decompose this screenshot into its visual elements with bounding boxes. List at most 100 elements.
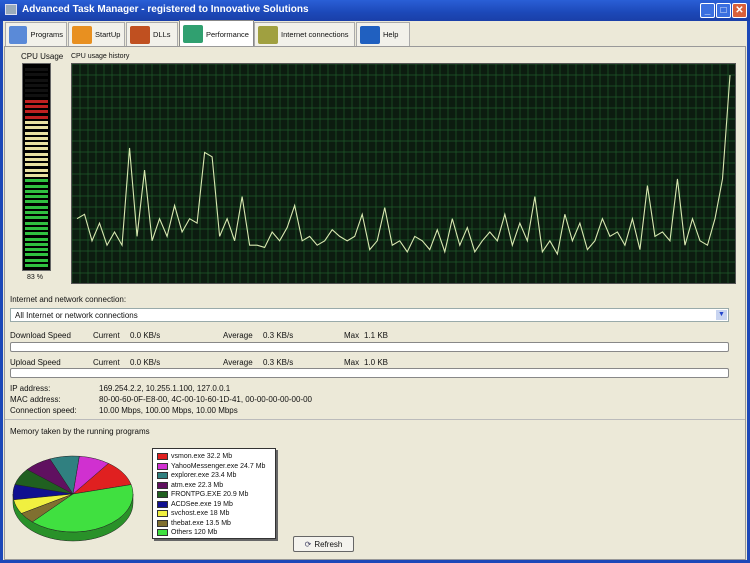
ip-value: 169.254.2.2, 10.255.1.100, 127.0.0.1 — [99, 384, 231, 393]
cpu-usage-meter — [22, 63, 51, 271]
upload-progress-bar — [10, 368, 729, 378]
maximize-button[interactable]: □ — [716, 3, 731, 18]
legend-item: YahooMessenger.exe 24.7 Mb — [157, 462, 271, 472]
upload-max-value: 1.0 KB — [364, 358, 389, 367]
cpu-meter-segment — [25, 226, 48, 230]
upload-speed-label: Upload Speed — [10, 358, 61, 367]
cpu-meter-segment — [25, 242, 48, 246]
cpu-meter-segment — [25, 253, 48, 257]
window-icon — [9, 25, 28, 44]
cpu-meter-segment — [25, 115, 48, 119]
legend-label: FRONTPG.EXE 20.9 Mb — [171, 491, 249, 499]
title-bar: Advanced Task Manager - registered to In… — [0, 0, 750, 21]
legend-label: Others 120 Mb — [171, 529, 218, 537]
tab-programs[interactable]: Programs — [5, 22, 67, 46]
tab-dlls[interactable]: DLLs — [126, 22, 178, 46]
minimize-button[interactable]: _ — [700, 3, 715, 18]
cpu-meter-segment — [25, 216, 48, 220]
cpu-meter-segment — [25, 120, 48, 124]
legend-label: explorer.exe 23.4 Mb — [171, 472, 237, 480]
cpu-usage-value: 83 % — [27, 274, 43, 281]
refresh-button[interactable]: ⟳ Refresh — [293, 536, 354, 552]
connection-speed-value: 10.00 Mbps, 100.00 Mbps, 10.00 Mbps — [99, 406, 238, 415]
cpu-meter-segment — [25, 142, 48, 146]
mac-value: 80-00-60-0F-E8-00, 4C-00-10-60-1D-41, 00… — [99, 395, 313, 404]
legend-swatch — [157, 481, 168, 489]
legend-label: thebat.exe 13.5 Mb — [171, 519, 231, 527]
chevron-down-icon[interactable]: ▼ — [716, 310, 727, 320]
download-current-label: Current — [93, 331, 120, 340]
cpu-meter-segment — [25, 184, 48, 188]
book-icon — [360, 25, 380, 44]
molecule-icon — [130, 25, 150, 44]
tab-help[interactable]: Help — [356, 22, 410, 46]
memory-legend: vsmon.exe 32.2 Mb YahooMessenger.exe 24.7… — [152, 448, 276, 539]
legend-swatch — [157, 529, 168, 537]
cpu-meter-segment — [25, 258, 48, 262]
refresh-icon: ⟳ — [304, 539, 312, 549]
tab-performance[interactable]: Performance — [179, 20, 254, 47]
cpu-meter-segment — [25, 131, 48, 135]
connection-select[interactable]: All Internet or network connections ▼ — [10, 308, 729, 322]
cpu-meter-segment — [25, 205, 48, 209]
cpu-meter-segment — [25, 221, 48, 225]
memory-label: Memory taken by the running programs — [10, 427, 150, 436]
cpu-meter-segment — [25, 126, 48, 130]
close-button[interactable]: ✕ — [732, 3, 747, 18]
cpu-meter-segment — [25, 110, 48, 114]
cpu-meter-segment — [25, 264, 48, 267]
upload-current-label: Current — [93, 358, 120, 367]
cpu-meter-segment — [25, 147, 48, 151]
connection-select-value: All Internet or network connections — [15, 311, 138, 320]
download-max-value: 1.1 KB — [364, 331, 389, 340]
download-progress-bar — [10, 342, 729, 352]
cpu-meter-segment — [25, 136, 48, 140]
tab-label: DLLs — [153, 30, 171, 39]
legend-label: ACDSee.exe 19 Mb — [171, 500, 233, 508]
cpu-meter-segment — [25, 195, 48, 199]
legend-label: svchost.exe 18 Mb — [171, 510, 230, 518]
legend-swatch — [157, 510, 168, 518]
legend-swatch — [157, 500, 168, 508]
legend-item: thebat.exe 13.5 Mb — [157, 519, 271, 529]
cpu-meter-segment — [25, 189, 48, 193]
cpu-meter-segment — [25, 168, 48, 172]
upload-average-value: 0.3 KB/s — [263, 358, 294, 367]
legend-swatch — [157, 519, 168, 527]
legend-swatch — [157, 472, 168, 480]
cpu-meter-segment — [25, 67, 48, 71]
tab-label: Help — [383, 30, 399, 39]
legend-item: svchost.exe 18 Mb — [157, 509, 271, 519]
download-speed-label: Download Speed — [10, 331, 71, 340]
cpu-meter-segment — [25, 73, 48, 77]
legend-item: ACDSee.exe 19 Mb — [157, 500, 271, 510]
download-max-label: Max — [344, 331, 360, 340]
download-current-value: 0.0 KB/s — [130, 331, 161, 340]
cpu-meter-segment — [25, 173, 48, 177]
cpu-meter-segment — [25, 163, 48, 167]
cpu-history-graph — [71, 63, 736, 284]
legend-item: atm.exe 22.3 Mb — [157, 481, 271, 491]
divider — [5, 419, 745, 420]
tab-internet-connections[interactable]: Internet connections — [254, 22, 355, 46]
legend-label: atm.exe 22.3 Mb — [171, 481, 224, 489]
cpu-meter-segment — [25, 211, 48, 214]
ip-label: IP address: — [10, 384, 51, 393]
tab-startup[interactable]: StartUp — [68, 22, 125, 46]
rocket-icon — [72, 25, 92, 44]
tab-label: Programs — [30, 30, 63, 39]
legend-item: Others 120 Mb — [157, 528, 271, 538]
upload-current-value: 0.0 KB/s — [130, 358, 161, 367]
cpu-usage-label: CPU Usage — [21, 52, 64, 61]
cpu-meter-segment — [25, 99, 48, 103]
cpu-history-label: CPU usage history — [71, 53, 130, 60]
upload-max-label: Max — [344, 358, 360, 367]
app-icon — [5, 4, 17, 15]
legend-swatch — [157, 453, 168, 461]
mac-label: MAC address: — [10, 395, 61, 404]
cpu-meter-segment — [25, 105, 48, 108]
cpu-meter-segment — [25, 248, 48, 252]
legend-item: vsmon.exe 32.2 Mb — [157, 452, 271, 462]
download-average-value: 0.3 KB/s — [263, 331, 294, 340]
cpu-meter-segment — [25, 179, 48, 183]
